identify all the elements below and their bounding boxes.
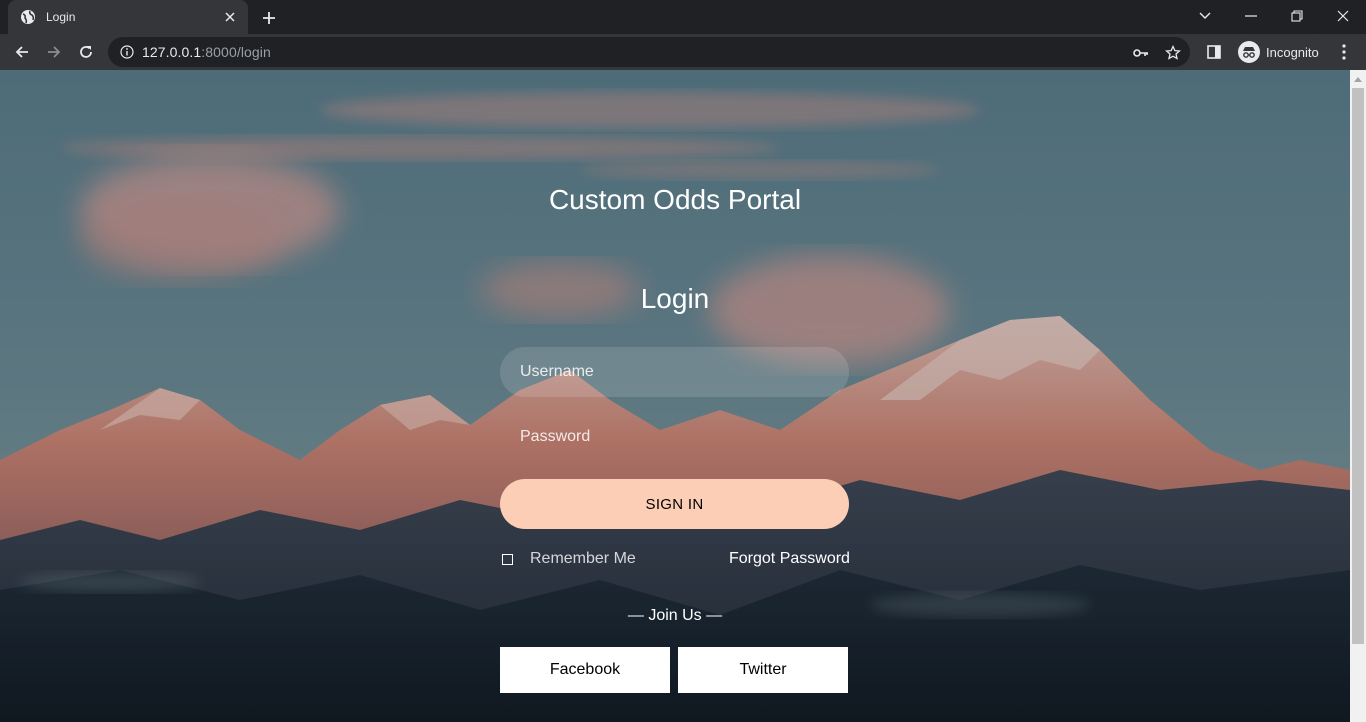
new-tab-button[interactable] <box>258 7 280 29</box>
close-icon[interactable] <box>222 9 238 25</box>
url-text: 127.0.0.1:8000/login <box>142 44 271 60</box>
incognito-icon <box>1238 41 1260 63</box>
page-viewport: Custom Odds Portal Login SIGN IN Remembe… <box>0 70 1350 722</box>
incognito-label: Incognito <box>1266 44 1319 60</box>
browser-tab[interactable]: Login <box>8 0 248 34</box>
site-title: Custom Odds Portal <box>548 184 802 215</box>
info-icon[interactable] <box>120 45 134 59</box>
key-icon[interactable] <box>1132 44 1150 62</box>
star-icon[interactable] <box>1164 44 1182 62</box>
sign-in-button[interactable]: SIGN IN <box>500 479 849 529</box>
username-input[interactable] <box>500 347 849 397</box>
address-bar[interactable]: 127.0.0.1:8000/login <box>108 37 1190 67</box>
menu-icon[interactable] <box>1330 38 1358 66</box>
url-host: 127.0.0.1 <box>142 44 202 60</box>
restore-button[interactable] <box>1274 0 1320 32</box>
facebook-button[interactable]: Facebook <box>500 647 670 693</box>
tab-search-button[interactable] <box>1182 0 1228 32</box>
password-input[interactable] <box>500 412 849 462</box>
back-button[interactable] <box>8 38 36 66</box>
side-panel-button[interactable] <box>1200 38 1228 66</box>
tab-title: Login <box>46 10 76 24</box>
remember-me-label: Remember Me <box>530 550 636 567</box>
reload-button[interactable] <box>72 38 100 66</box>
incognito-profile-button[interactable]: Incognito <box>1232 39 1325 65</box>
browser-titlebar: Login <box>0 0 1366 34</box>
forward-button[interactable] <box>40 38 68 66</box>
remember-me[interactable]: Remember Me <box>502 550 636 568</box>
browser-toolbar: 127.0.0.1:8000/login Incognito <box>0 34 1366 70</box>
login-page: Custom Odds Portal Login SIGN IN Remembe… <box>0 70 1350 722</box>
twitter-button[interactable]: Twitter <box>678 647 848 693</box>
login-heading: Login <box>640 283 710 314</box>
forgot-password-link[interactable]: Forgot Password <box>729 550 850 568</box>
minimize-button[interactable] <box>1228 0 1274 32</box>
globe-icon <box>20 9 36 25</box>
scroll-up-arrow-icon[interactable] <box>1350 72 1366 86</box>
url-path: :8000/login <box>201 44 271 60</box>
scrollbar-thumb[interactable] <box>1352 88 1364 644</box>
close-window-button[interactable] <box>1320 0 1366 32</box>
remember-me-checkbox[interactable] <box>502 553 513 565</box>
join-us-divider: — Join Us — <box>627 607 723 624</box>
